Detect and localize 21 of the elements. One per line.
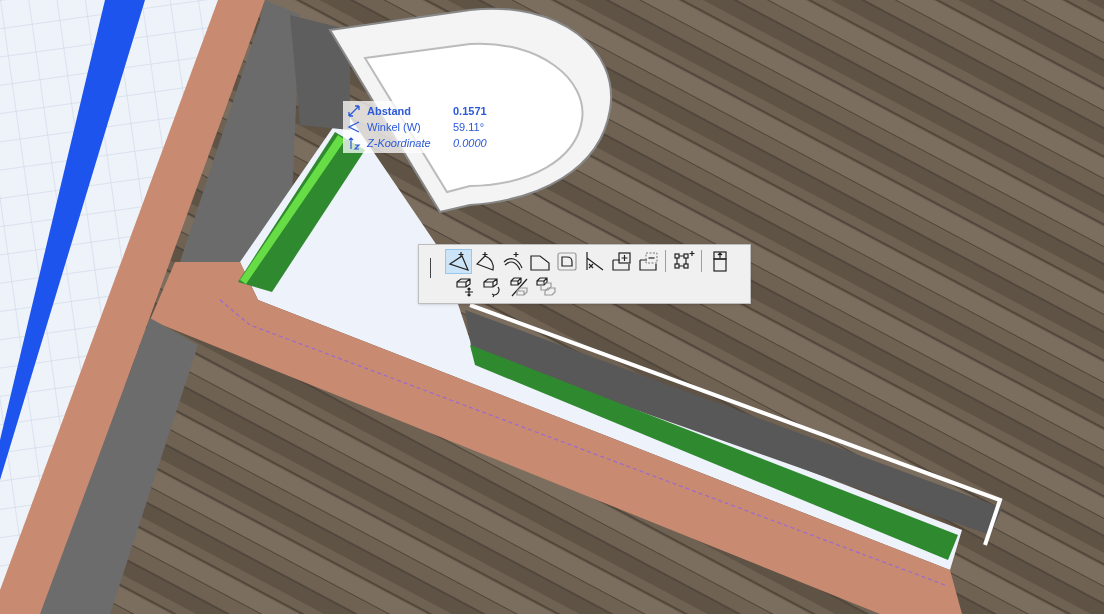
tracker-label: Abstand [367, 105, 412, 117]
triangle-plus-icon [447, 250, 470, 272]
distance-arrow-icon [347, 104, 361, 118]
box-mirror-icon [507, 276, 530, 298]
tracker-label: Winkel (W) [367, 121, 422, 133]
tracker-value: 0.0000 [453, 137, 488, 149]
shape-plus-icon [609, 250, 632, 272]
nodes-plus-icon [672, 250, 695, 272]
box-copies-icon [534, 276, 557, 298]
tracker-value: 59.11° [453, 121, 486, 133]
angle-icon [347, 120, 361, 134]
tracker-value: 0.1571 [453, 105, 488, 117]
rounded-shape-icon [555, 250, 578, 272]
z-axis-icon [347, 136, 361, 150]
shape-minus-icon [636, 250, 659, 272]
arc-plus-icon [474, 250, 497, 272]
box-move-icon [453, 276, 476, 298]
tracker-label: Z-Koordinate [367, 137, 432, 149]
box-rotate-icon [480, 276, 503, 298]
palette-button[interactable] [445, 248, 472, 274]
curve-plus-icon [501, 250, 524, 272]
